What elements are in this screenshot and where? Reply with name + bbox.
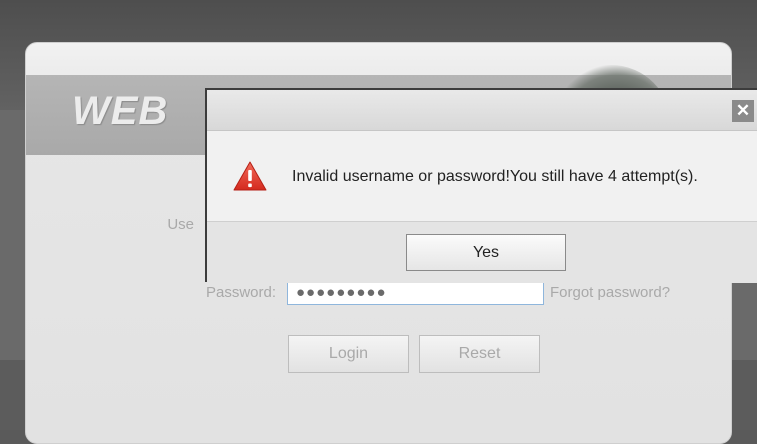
dialog-titlebar: ✕ xyxy=(207,90,757,131)
login-button[interactable]: Login xyxy=(288,335,409,373)
password-input[interactable]: ●●●●●●●●● xyxy=(287,281,544,305)
dialog-footer: Yes xyxy=(207,221,757,283)
dialog-body: Invalid username or password!You still h… xyxy=(207,131,757,221)
reset-button[interactable]: Reset xyxy=(419,335,540,373)
warning-icon xyxy=(233,161,267,191)
forgot-password-link[interactable]: Forgot password? xyxy=(550,284,670,301)
web-logo: WEB xyxy=(72,89,169,133)
username-label: Use xyxy=(167,216,194,233)
error-dialog: ✕ Invalid username or password!You still… xyxy=(205,88,757,283)
close-icon[interactable]: ✕ xyxy=(732,100,754,122)
password-label: Password: xyxy=(205,284,276,301)
dialog-message: Invalid username or password!You still h… xyxy=(292,168,698,185)
yes-button[interactable]: Yes xyxy=(406,234,566,271)
